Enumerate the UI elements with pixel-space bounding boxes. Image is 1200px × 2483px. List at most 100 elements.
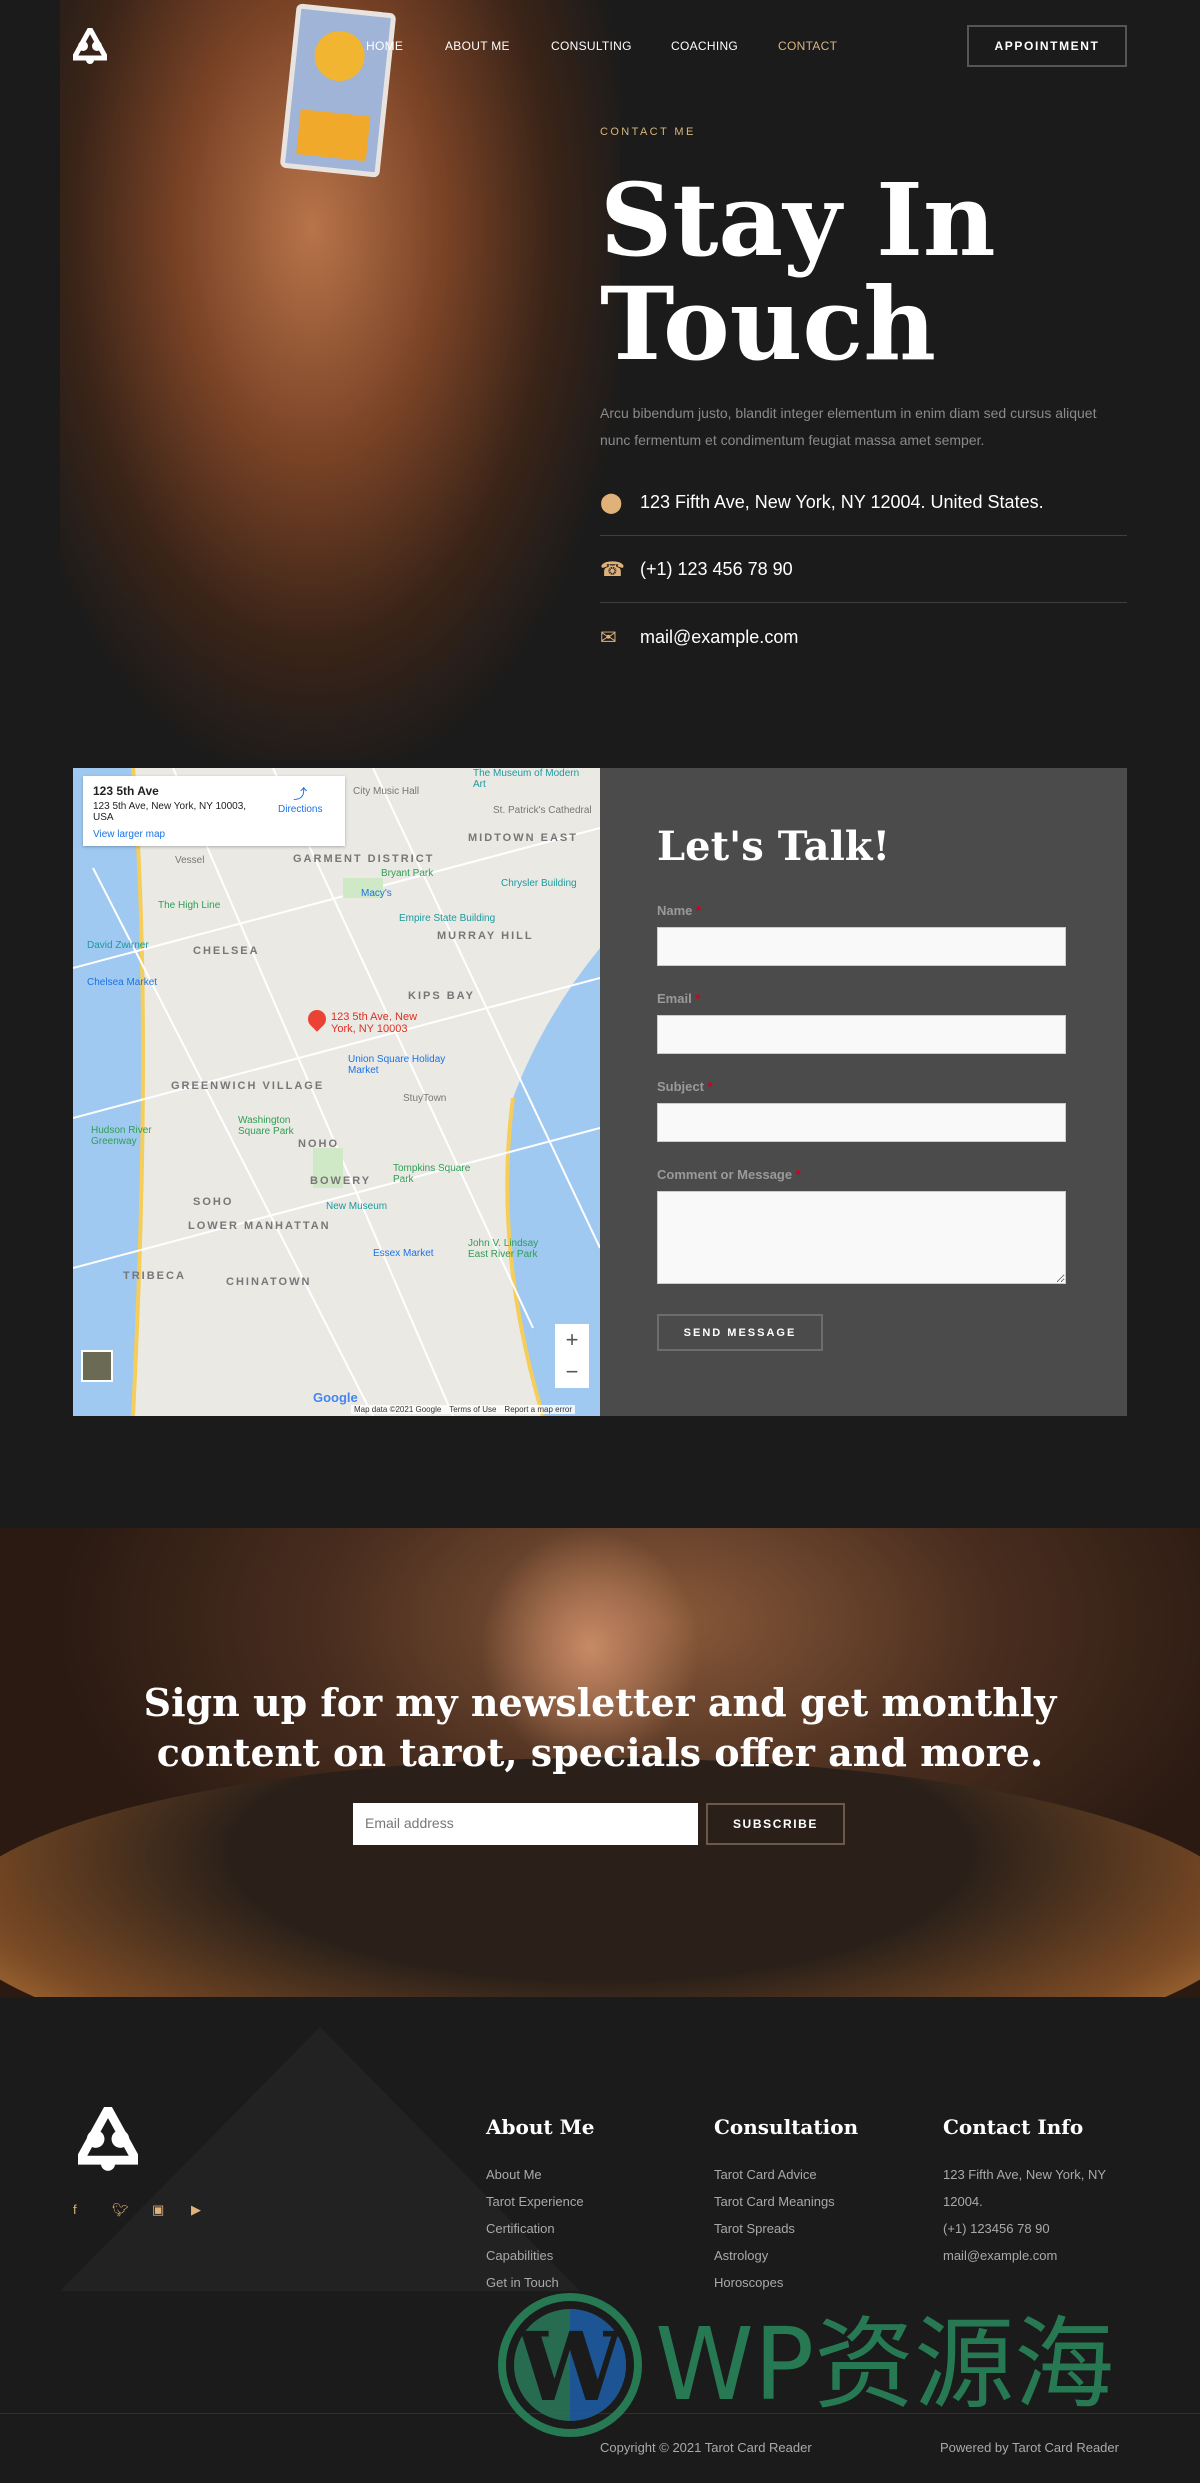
map-label: MIDTOWN EAST <box>468 832 578 844</box>
logo-icon[interactable] <box>73 28 107 64</box>
footer-contact-line: (+1) 123456 78 90 <box>943 2221 1050 2236</box>
footer-link[interactable]: Tarot Spreads <box>714 2221 795 2236</box>
zoom-controls: + − <box>555 1324 589 1388</box>
newsletter-title: Sign up for my newsletter and get monthl… <box>143 1680 1057 1775</box>
watermark-text: WP资源海 <box>655 2306 1115 2423</box>
map-label: MURRAY HILL <box>437 930 534 942</box>
map-place[interactable]: Essex Market <box>373 1248 434 1259</box>
map-place[interactable]: David Zwirner <box>87 940 149 951</box>
copyright-text: Copyright © 2021 Tarot Card Reader <box>600 2440 812 2455</box>
map-label: NOHO <box>298 1138 339 1150</box>
form-title: Let's Talk! <box>657 823 891 870</box>
map-place[interactable]: Macy's <box>361 888 392 899</box>
map-label: TRIBECA <box>123 1270 186 1282</box>
map-place[interactable]: St. Patrick's Cathedral <box>493 805 592 816</box>
email-field[interactable] <box>657 1015 1066 1054</box>
wordpress-logo-icon: W <box>498 2293 642 2437</box>
appointment-button[interactable]: APPOINTMENT <box>967 25 1127 67</box>
subscribe-button[interactable]: SUBSCRIBE <box>706 1803 845 1845</box>
footer-contact-line: 12004. <box>943 2194 983 2209</box>
footer-link[interactable]: Certification <box>486 2221 555 2236</box>
map-terms-link[interactable]: Terms of Use <box>449 1405 496 1414</box>
youtube-icon[interactable]: ▶ <box>191 2202 201 2218</box>
view-larger-map-link[interactable]: View larger map <box>93 829 335 840</box>
footer-link[interactable]: Astrology <box>714 2248 768 2263</box>
map-place-address: 123 5th Ave, New York, NY 10003, USA <box>93 801 247 823</box>
map-place[interactable]: Chrysler Building <box>501 878 577 889</box>
map-place[interactable]: Vessel <box>175 855 204 866</box>
footer-link[interactable]: Tarot Card Meanings <box>714 2194 835 2209</box>
svg-text:W: W <box>516 2312 625 2423</box>
newsletter-section: Sign up for my newsletter and get monthl… <box>0 1528 1200 1997</box>
map-footer: Map data ©2021 Google Terms of Use Report … <box>351 1405 576 1414</box>
title-line-1: Stay In <box>600 161 996 279</box>
map-pin-icon: ⬤ <box>600 492 623 514</box>
satellite-toggle[interactable] <box>81 1350 113 1382</box>
intro-text: Arcu bibendum justo, blandit integer ele… <box>600 405 1097 448</box>
twitter-icon[interactable]: 🐦︎ <box>112 2202 129 2218</box>
email-row: ✉ mail@example.com <box>600 604 1127 670</box>
map-place[interactable]: Washington Square Park <box>238 1115 318 1137</box>
map-label: LOWER MANHATTAN <box>188 1220 331 1232</box>
map-place[interactable]: Tompkins Square Park <box>393 1163 473 1185</box>
map-label: BOWERY <box>310 1175 372 1187</box>
message-field[interactable] <box>657 1191 1066 1284</box>
map-place[interactable]: Bryant Park <box>381 868 433 879</box>
tarot-table-photo <box>0 1758 1200 1997</box>
footer-link[interactable]: About Me <box>486 2167 542 2182</box>
footer-contact-heading: Contact Info <box>943 2115 1084 2139</box>
map-place[interactable]: John V. Lindsay East River Park <box>468 1238 548 1260</box>
google-map[interactable]: 123 5th Ave 123 5th Ave, New York, NY 10… <box>73 768 600 1416</box>
map-label: CHINATOWN <box>226 1276 312 1288</box>
email-text[interactable]: mail@example.com <box>640 627 798 648</box>
nav-consulting[interactable]: CONSULTING <box>551 39 632 53</box>
directions-link[interactable]: ⤴ Directions <box>278 784 322 815</box>
address-row: ⬤ 123 Fifth Ave, New York, NY 12004. Unit… <box>600 470 1127 536</box>
footer-logo-icon[interactable] <box>78 2107 138 2171</box>
map-label: GREENWICH VILLAGE <box>171 1080 325 1092</box>
footer-link[interactable]: Get in Touch <box>486 2275 559 2290</box>
zoom-out-button[interactable]: − <box>555 1356 589 1388</box>
instagram-icon[interactable]: ▣ <box>152 2202 164 2218</box>
subject-field[interactable] <box>657 1103 1066 1142</box>
phone-text[interactable]: (+1) 123 456 78 90 <box>640 559 793 580</box>
footer-link[interactable]: Horoscopes <box>714 2275 783 2290</box>
footer-about-heading: About Me <box>486 2115 595 2139</box>
google-logo: Google <box>313 1390 358 1405</box>
map-label: CHELSEA <box>193 945 260 957</box>
footer-link[interactable]: Capabilities <box>486 2248 553 2263</box>
map-place[interactable]: Empire State Building <box>399 913 495 924</box>
facebook-icon[interactable]: f <box>73 2202 77 2217</box>
address-text: 123 Fifth Ave, New York, NY 12004. Unite… <box>640 492 1044 512</box>
page-title: Stay In Touch <box>600 168 1160 376</box>
nav-about-me[interactable]: ABOUT ME <box>445 39 510 53</box>
nav-contact[interactable]: CONTACT <box>778 39 837 53</box>
envelope-icon: ✉ <box>600 626 617 649</box>
footer-link[interactable]: Tarot Card Advice <box>714 2167 817 2182</box>
map-place[interactable]: New Museum <box>326 1201 387 1212</box>
map-place[interactable]: Chelsea Market <box>87 977 157 988</box>
send-message-button[interactable]: SEND MESSAGE <box>657 1314 823 1351</box>
footer-link[interactable]: Tarot Experience <box>486 2194 584 2209</box>
map-label: SOHO <box>193 1196 234 1208</box>
map-place[interactable]: City Music Hall <box>353 786 419 797</box>
map-place[interactable]: Hudson River Greenway <box>91 1125 171 1147</box>
nav-home[interactable]: HOME <box>366 39 403 53</box>
footer-contact-line: 123 Fifth Ave, New York, NY <box>943 2167 1107 2182</box>
map-attribution: Map data ©2021 Google <box>354 1405 442 1414</box>
map-place[interactable]: Union Square Holiday Market <box>348 1054 448 1076</box>
email-label: Email * <box>657 991 701 1006</box>
map-tiles <box>73 768 600 1416</box>
map-place[interactable]: The High Line <box>158 900 220 911</box>
phone-icon: ☎ <box>600 559 625 581</box>
footer-contact-line[interactable]: mail@example.com <box>943 2248 1057 2263</box>
message-label: Comment or Message * <box>657 1167 801 1182</box>
powered-by-text: Powered by Tarot Card Reader <box>940 2440 1119 2455</box>
zoom-in-button[interactable]: + <box>555 1324 589 1356</box>
name-field[interactable] <box>657 927 1066 966</box>
map-place[interactable]: StuyTown <box>403 1093 446 1104</box>
newsletter-email-input[interactable]: Email address <box>353 1803 698 1845</box>
nav-coaching[interactable]: COACHING <box>671 39 738 53</box>
map-place[interactable]: The Museum of Modern Art <box>473 768 593 790</box>
map-report-link[interactable]: Report a map error <box>504 1405 572 1414</box>
